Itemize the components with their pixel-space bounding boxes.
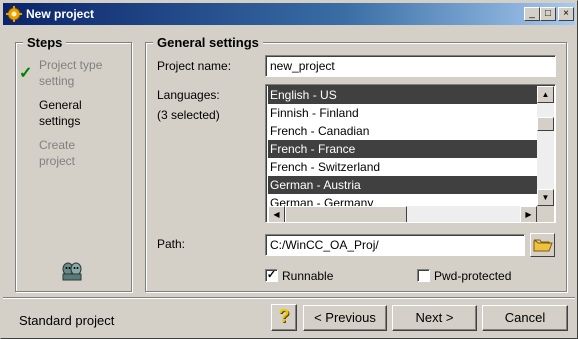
language-item[interactable]: French - France: [268, 140, 537, 158]
language-item[interactable]: German - Austria: [268, 176, 537, 194]
help-icon: ?: [278, 306, 290, 326]
minimize-icon: _: [529, 8, 535, 19]
languages-list[interactable]: English - US Finnish - Finland French - Ca…: [265, 84, 556, 223]
window-title: New project: [26, 7, 95, 21]
scrollbar-corner: [537, 206, 554, 222]
close-icon: ×: [563, 8, 569, 19]
language-item[interactable]: English - US: [268, 86, 537, 104]
runnable-checkbox[interactable]: ✓: [265, 269, 278, 282]
vertical-scrollbar[interactable]: ▲ ▼: [537, 86, 554, 206]
close-button[interactable]: ×: [558, 7, 574, 21]
step-general-settings: General settings: [39, 97, 82, 129]
pwd-protected-checkbox[interactable]: [417, 269, 430, 282]
language-item[interactable]: Finnish - Finland: [268, 104, 537, 122]
new-project-dialog: New project _ □ × Steps ✓ Project type s…: [0, 0, 578, 339]
step-label-line2: settings: [39, 114, 81, 128]
steps-title: Steps: [23, 35, 67, 50]
previous-button[interactable]: < Previous: [303, 305, 387, 331]
step-create-project: Create project: [39, 137, 75, 169]
hscroll-thumb[interactable]: [285, 206, 407, 222]
help-button[interactable]: ?: [271, 304, 297, 331]
pwd-protected-label: Pwd-protected: [434, 269, 512, 283]
step-label-line1: Project type: [39, 58, 103, 72]
gear-app-icon: [6, 6, 22, 22]
step-project-type: Project type setting: [39, 57, 102, 89]
maximize-icon: □: [544, 8, 552, 19]
title-bar[interactable]: New project _ □ ×: [3, 3, 575, 25]
next-button[interactable]: Next >: [392, 305, 477, 331]
scroll-down-button[interactable]: ▼: [537, 189, 554, 206]
scroll-left-button[interactable]: ◀: [268, 206, 285, 222]
general-settings-title: General settings: [153, 35, 263, 50]
step-label-line2: project: [39, 154, 76, 168]
minimize-button[interactable]: _: [524, 7, 540, 21]
horizontal-scrollbar[interactable]: ◀ ▶: [268, 206, 537, 222]
checkmark-icon: ✓: [19, 65, 33, 82]
path-label: Path:: [157, 237, 186, 251]
scroll-thumb[interactable]: [537, 117, 554, 131]
step-label-line2: setting: [39, 74, 75, 88]
language-item[interactable]: French - Canadian: [268, 122, 537, 140]
path-input[interactable]: C:/WinCC_OA_Proj/: [265, 234, 525, 256]
runnable-label: Runnable: [282, 269, 334, 283]
folder-icon: [533, 239, 553, 252]
people-icon: [62, 262, 82, 281]
maximize-button[interactable]: □: [540, 7, 556, 21]
project-name-label: Project name:: [157, 59, 232, 73]
languages-count: (3 selected): [157, 108, 220, 122]
project-kind-label: Standard project: [19, 313, 115, 328]
check-mark-icon: ✓: [266, 269, 277, 281]
step-label-line1: General: [39, 98, 82, 112]
languages-label: Languages:: [157, 88, 220, 102]
browse-folder-button[interactable]: [530, 233, 555, 257]
language-item[interactable]: French - Switzerland: [268, 158, 537, 176]
project-name-input[interactable]: new_project: [265, 55, 556, 77]
scroll-up-button[interactable]: ▲: [537, 86, 554, 103]
step-label-line1: Create: [39, 138, 76, 152]
scroll-right-button[interactable]: ▶: [520, 206, 537, 222]
cancel-button[interactable]: Cancel: [482, 305, 568, 331]
